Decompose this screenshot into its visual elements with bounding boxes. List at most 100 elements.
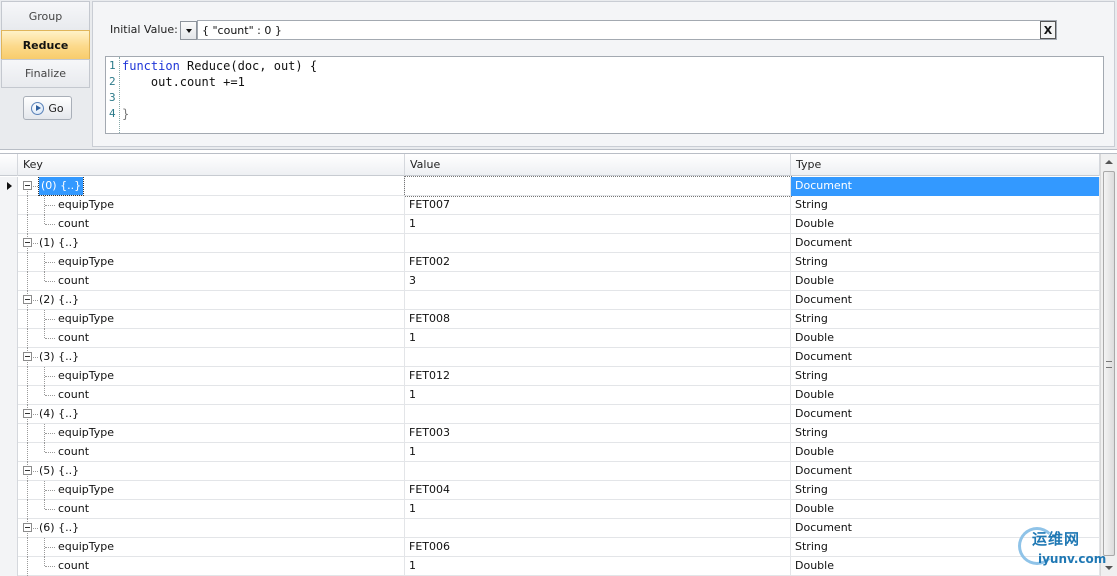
- key-cell[interactable]: equipType: [18, 367, 405, 386]
- type-cell[interactable]: Document: [791, 462, 1100, 481]
- document-row[interactable]: (4) {..} Document: [0, 405, 1100, 424]
- key-cell[interactable]: (6) {..}: [18, 519, 405, 538]
- type-cell[interactable]: String: [791, 196, 1100, 215]
- tab-reduce[interactable]: Reduce: [1, 30, 90, 59]
- key-cell[interactable]: count: [18, 215, 405, 234]
- value-cell[interactable]: 1: [405, 443, 791, 462]
- value-cell[interactable]: 1: [405, 215, 791, 234]
- row-selector[interactable]: [0, 424, 18, 443]
- key-cell[interactable]: count: [18, 443, 405, 462]
- document-row[interactable]: (1) {..} Document: [0, 234, 1100, 253]
- row-selector[interactable]: [0, 519, 18, 538]
- collapse-icon[interactable]: [23, 352, 32, 361]
- key-cell[interactable]: count: [18, 329, 405, 348]
- key-cell[interactable]: equipType: [18, 481, 405, 500]
- value-cell[interactable]: FET004: [405, 481, 791, 500]
- key-cell[interactable]: count: [18, 557, 405, 576]
- collapse-icon[interactable]: [23, 181, 32, 190]
- value-cell[interactable]: [405, 348, 791, 367]
- key-cell[interactable]: (2) {..}: [18, 291, 405, 310]
- row-selector[interactable]: [0, 215, 18, 234]
- value-cell[interactable]: [404, 176, 792, 197]
- go-button[interactable]: Go: [23, 96, 72, 120]
- key-cell[interactable]: equipType: [18, 253, 405, 272]
- key-cell[interactable]: equipType: [18, 196, 405, 215]
- field-row[interactable]: equipType FET003 String: [0, 424, 1100, 443]
- type-cell[interactable]: Document: [791, 234, 1100, 253]
- reduce-code-editor[interactable]: 1 function Reduce(doc, out) {2 out.count …: [105, 56, 1104, 134]
- collapse-icon[interactable]: [23, 238, 32, 247]
- key-cell[interactable]: (3) {..}: [18, 348, 405, 367]
- value-cell[interactable]: FET008: [405, 310, 791, 329]
- key-cell[interactable]: equipType: [18, 310, 405, 329]
- key-cell[interactable]: (5) {..}: [18, 462, 405, 481]
- key-cell[interactable]: equipType: [18, 424, 405, 443]
- key-cell[interactable]: count: [18, 500, 405, 519]
- key-cell[interactable]: count: [18, 386, 405, 405]
- field-row[interactable]: equipType FET012 String: [0, 367, 1100, 386]
- document-row[interactable]: (5) {..} Document: [0, 462, 1100, 481]
- row-selector[interactable]: [0, 177, 18, 196]
- initial-value-input[interactable]: [197, 20, 1057, 40]
- value-cell[interactable]: FET006: [405, 538, 791, 557]
- field-row[interactable]: count 1 Double: [0, 500, 1100, 519]
- value-cell[interactable]: FET007: [405, 196, 791, 215]
- column-header-value[interactable]: Value: [405, 154, 791, 176]
- field-row[interactable]: count 1 Double: [0, 557, 1100, 576]
- row-selector[interactable]: [0, 348, 18, 367]
- value-cell[interactable]: 1: [405, 386, 791, 405]
- document-row[interactable]: (6) {..} Document: [0, 519, 1100, 538]
- row-selector[interactable]: [0, 443, 18, 462]
- type-cell[interactable]: String: [791, 253, 1100, 272]
- value-cell[interactable]: 1: [405, 329, 791, 348]
- type-cell[interactable]: Double: [791, 386, 1100, 405]
- row-selector[interactable]: [0, 253, 18, 272]
- row-selector[interactable]: [0, 500, 18, 519]
- key-cell[interactable]: equipType: [18, 538, 405, 557]
- type-cell[interactable]: String: [791, 310, 1100, 329]
- tab-group[interactable]: Group: [1, 1, 90, 30]
- key-cell[interactable]: count: [18, 272, 405, 291]
- field-row[interactable]: equipType FET007 String: [0, 196, 1100, 215]
- column-header-type[interactable]: Type: [791, 154, 1100, 176]
- scroll-up-icon[interactable]: [1101, 154, 1117, 170]
- document-row[interactable]: (3) {..} Document: [0, 348, 1100, 367]
- row-selector[interactable]: [0, 310, 18, 329]
- row-selector[interactable]: [0, 367, 18, 386]
- field-row[interactable]: equipType FET006 String: [0, 538, 1100, 557]
- type-cell[interactable]: String: [791, 424, 1100, 443]
- vertical-scrollbar[interactable]: [1100, 154, 1117, 576]
- type-cell[interactable]: String: [791, 367, 1100, 386]
- value-cell[interactable]: 3: [405, 272, 791, 291]
- type-cell[interactable]: Double: [791, 215, 1100, 234]
- row-selector[interactable]: [0, 329, 18, 348]
- key-cell[interactable]: (0) {..}: [18, 177, 405, 196]
- value-cell[interactable]: [405, 462, 791, 481]
- value-cell[interactable]: 1: [405, 557, 791, 576]
- type-cell[interactable]: Double: [791, 500, 1100, 519]
- collapse-icon[interactable]: [23, 409, 32, 418]
- initial-value-dropdown[interactable]: [180, 21, 197, 40]
- row-selector[interactable]: [0, 272, 18, 291]
- value-cell[interactable]: 1: [405, 500, 791, 519]
- clear-icon[interactable]: X: [1040, 21, 1056, 39]
- document-row[interactable]: (0) {..} Document: [0, 176, 1100, 197]
- row-selector[interactable]: [0, 291, 18, 310]
- row-selector[interactable]: [0, 557, 18, 576]
- type-cell[interactable]: Double: [791, 443, 1100, 462]
- value-cell[interactable]: [405, 519, 791, 538]
- collapse-icon[interactable]: [23, 466, 32, 475]
- row-selector[interactable]: [0, 462, 18, 481]
- field-row[interactable]: equipType FET008 String: [0, 310, 1100, 329]
- value-cell[interactable]: [405, 291, 791, 310]
- field-row[interactable]: count 1 Double: [0, 215, 1100, 234]
- type-cell[interactable]: Document: [791, 291, 1100, 310]
- row-selector[interactable]: [0, 538, 18, 557]
- type-cell[interactable]: String: [791, 481, 1100, 500]
- row-selector[interactable]: [0, 386, 18, 405]
- field-row[interactable]: count 1 Double: [0, 443, 1100, 462]
- row-selector[interactable]: [0, 196, 18, 215]
- type-cell[interactable]: Double: [791, 329, 1100, 348]
- value-cell[interactable]: FET002: [405, 253, 791, 272]
- type-cell[interactable]: Document: [791, 348, 1100, 367]
